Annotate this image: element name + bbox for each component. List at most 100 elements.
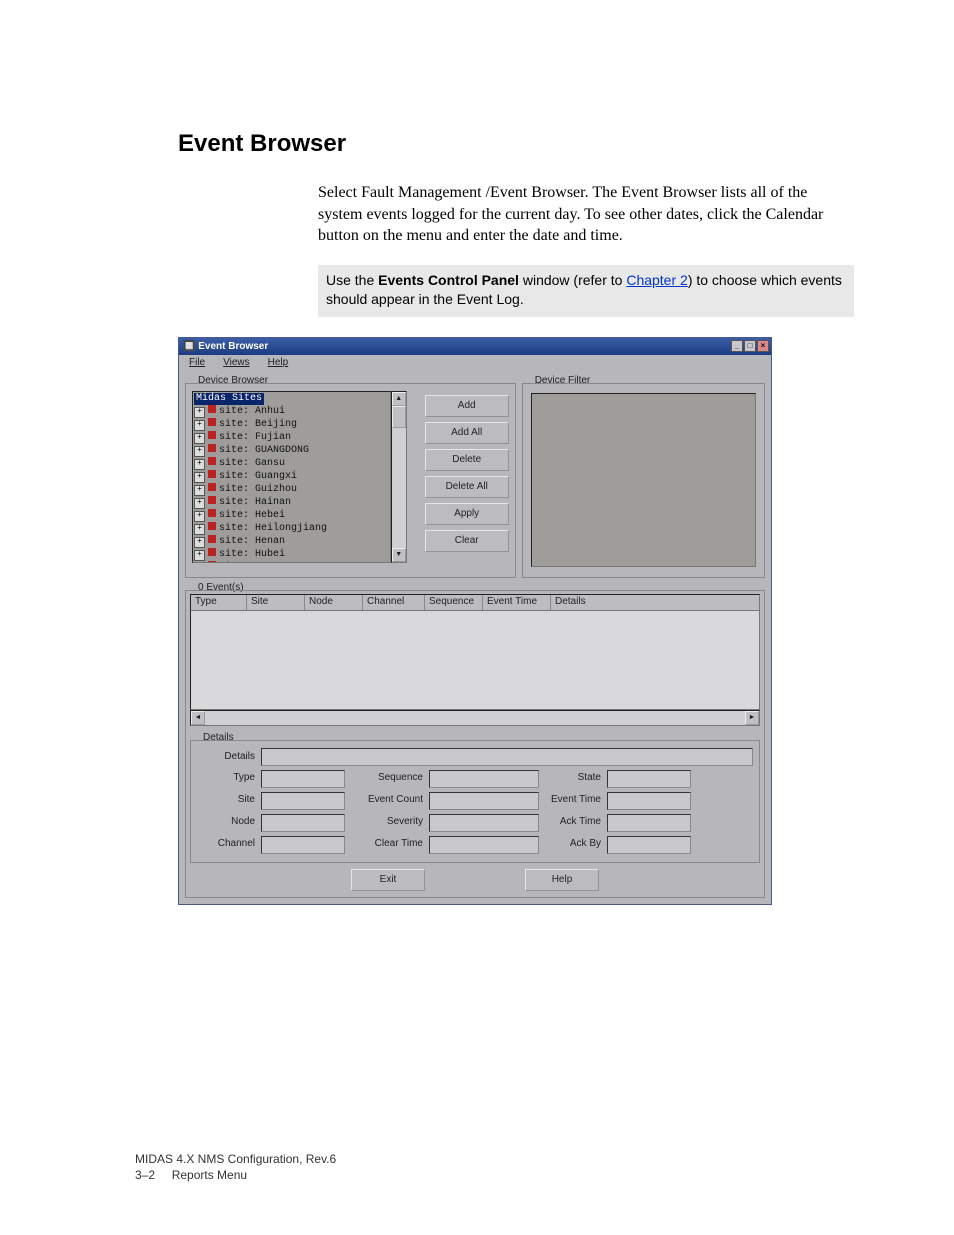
events-table-header: Type Site Node Channel Sequence Event Ti… [190,594,760,611]
field-severity[interactable] [429,814,539,832]
window-maximize-button[interactable]: □ [744,340,756,352]
scroll-down-button[interactable]: ▼ [392,548,406,562]
col-channel[interactable]: Channel [363,595,425,610]
site-icon [208,470,216,478]
site-icon [208,548,216,556]
note-text-mid: window (refer to [519,272,626,288]
field-ack-by[interactable] [607,836,691,854]
apply-button[interactable]: Apply [425,503,509,525]
site-tree[interactable]: Midas Sites +site: Anhui +site: Beijing … [192,391,391,563]
menu-help[interactable]: Help [268,357,289,368]
site-icon [208,457,216,465]
clear-button[interactable]: Clear [425,530,509,552]
tree-item[interactable]: site: Hainan [219,497,291,508]
expand-icon[interactable]: + [194,407,205,418]
label-type: Type [199,770,257,788]
window-close-button[interactable]: × [757,340,769,352]
field-node[interactable] [261,814,345,832]
footer-section: Reports Menu [172,1168,247,1182]
scroll-thumb[interactable] [392,406,406,428]
page-footer: MIDAS 4.X NMS Configuration, Rev.6 3–2 R… [135,1151,336,1183]
expand-icon[interactable]: + [194,498,205,509]
field-state[interactable] [607,770,691,788]
label-ack-time: Ack Time [543,814,603,832]
site-icon [208,444,216,452]
tree-item[interactable]: site: Fujian [219,432,291,443]
delete-all-button[interactable]: Delete All [425,476,509,498]
expand-icon[interactable]: + [194,485,205,496]
tree-item[interactable]: site: Hubei [219,549,285,560]
label-severity: Severity [349,814,425,832]
delete-button[interactable]: Delete [425,449,509,471]
site-icon [208,405,216,413]
field-event-time[interactable] [607,792,691,810]
tree-item[interactable]: site: Guizhou [219,484,297,495]
menu-bar: File Views Help [179,355,771,370]
tree-item[interactable]: site: Hunan [219,562,285,563]
chapter-link[interactable]: Chapter 2 [626,272,687,288]
col-type[interactable]: Type [191,595,247,610]
window-titlebar: 🔲 Event Browser _ □ × [179,338,771,355]
note-bold: Events Control Panel [378,272,519,288]
tree-root[interactable]: Midas Sites [194,393,264,405]
col-sequence[interactable]: Sequence [425,595,483,610]
details-group: Details Type Sequence State Site Event C… [190,740,760,863]
tree-item[interactable]: site: Hebei [219,510,285,521]
field-ack-time[interactable] [607,814,691,832]
col-site[interactable]: Site [247,595,305,610]
tree-item[interactable]: site: GUANGDONG [219,445,309,456]
expand-icon[interactable]: + [194,511,205,522]
tree-item[interactable]: site: Henan [219,536,285,547]
expand-icon[interactable]: + [194,433,205,444]
label-clear-time: Clear Time [349,836,425,854]
device-browser-group: Midas Sites +site: Anhui +site: Beijing … [185,383,516,578]
scroll-up-button[interactable]: ▲ [392,392,406,406]
window-minimize-button[interactable]: _ [731,340,743,352]
field-clear-time[interactable] [429,836,539,854]
site-icon [208,418,216,426]
col-event-time[interactable]: Event Time [483,595,551,610]
tree-item[interactable]: site: Beijing [219,419,297,430]
label-site: Site [199,792,257,810]
field-sequence[interactable] [429,770,539,788]
expand-icon[interactable]: + [194,459,205,470]
expand-icon[interactable]: + [194,420,205,431]
expand-icon[interactable]: + [194,472,205,483]
tree-scrollbar[interactable]: ▲ ▼ [391,391,407,563]
field-event-count[interactable] [429,792,539,810]
tree-item[interactable]: site: Guangxi [219,471,297,482]
page-heading: Event Browser [178,130,854,158]
device-filter-list[interactable] [531,393,756,567]
site-icon [208,522,216,530]
label-event-time: Event Time [543,792,603,810]
help-button[interactable]: Help [525,869,599,891]
col-details[interactable]: Details [551,595,759,610]
add-button[interactable]: Add [425,395,509,417]
field-type[interactable] [261,770,345,788]
label-channel: Channel [199,836,257,854]
site-icon [208,535,216,543]
exit-button[interactable]: Exit [351,869,425,891]
expand-icon[interactable]: + [194,537,205,548]
tree-item[interactable]: site: Heilongjiang [219,523,327,534]
events-group: Type Site Node Channel Sequence Event Ti… [185,590,765,898]
add-all-button[interactable]: Add All [425,422,509,444]
field-details[interactable] [261,748,753,766]
tree-item[interactable]: site: Gansu [219,458,285,469]
scroll-left-button[interactable]: ◄ [191,711,205,725]
field-channel[interactable] [261,836,345,854]
note-text-pre: Use the [326,272,378,288]
expand-icon[interactable]: + [194,524,205,535]
field-site[interactable] [261,792,345,810]
label-node: Node [199,814,257,832]
site-icon [208,483,216,491]
col-node[interactable]: Node [305,595,363,610]
scroll-right-button[interactable]: ► [745,711,759,725]
menu-views[interactable]: Views [223,357,250,368]
events-h-scrollbar[interactable]: ◄ ► [190,710,760,726]
menu-file[interactable]: File [189,357,205,368]
tree-item[interactable]: site: Anhui [219,406,285,417]
expand-icon[interactable]: + [194,550,205,561]
events-table-body[interactable] [190,611,760,710]
expand-icon[interactable]: + [194,446,205,457]
